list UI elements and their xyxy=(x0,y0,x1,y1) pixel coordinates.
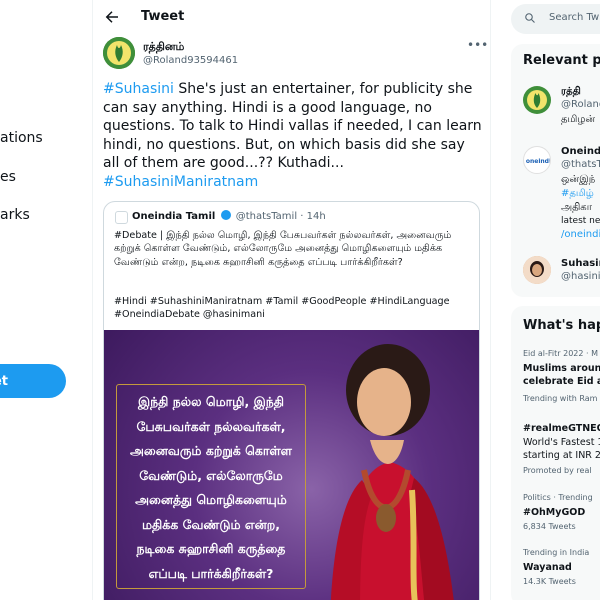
trend-line: World's Fastest 1 xyxy=(523,437,600,448)
trend-extra: 6,834 Tweets xyxy=(523,522,576,531)
hashtag-link[interactable]: #Suhasini xyxy=(103,81,174,97)
right-sidebar: Search Twi Relevant pe ரத்தி @Roland தமி… xyxy=(491,0,600,600)
relevant-person-handle[interactable]: @thatsT xyxy=(561,159,600,170)
relevant-person-desc-line: ஒன்இந் xyxy=(561,174,596,185)
trend-extra: Trending with Ram F xyxy=(523,394,600,403)
poster-text: இந்தி நல்ல மொழி, இந்தி பேசுபவர்கள் நல்லவ… xyxy=(118,390,304,586)
quote-header: Oneindia Tamil @thatsTamil · 14h xyxy=(132,210,326,222)
relevant-person-desc-link[interactable]: /oneindi xyxy=(561,229,600,240)
trend-title[interactable]: Wayanad xyxy=(523,562,572,573)
tweet-header: Tweet xyxy=(93,0,490,36)
relevant-person-avatar[interactable] xyxy=(523,86,551,114)
trend-line: starting at INR 29 xyxy=(523,450,600,461)
avatar-image xyxy=(527,90,547,110)
trend-meta: Eid al-Fitr 2022 · M xyxy=(523,349,599,358)
poster-line: எப்படி பார்க்கிறீர்கள்? xyxy=(148,565,274,581)
trend-title[interactable]: #OhMyGOD xyxy=(523,507,585,518)
quote-timestamp: · 14h xyxy=(300,211,326,222)
nav-item-messages[interactable]: es xyxy=(0,169,16,185)
poster-line: இந்தி நல்ல மொழி, இந்தி xyxy=(137,394,285,409)
poster-line: நடிகை சுஹாசினி கருத்தை xyxy=(136,541,286,556)
trend-meta: Politics · Trending xyxy=(523,493,593,502)
author-avatar[interactable] xyxy=(103,37,135,69)
tweet-text: #Suhasini She's just an entertainer, for… xyxy=(103,80,483,192)
poster-line: பேசுபவர்கள் நல்லவர்கள், xyxy=(136,418,286,434)
page-title: Tweet xyxy=(141,9,185,24)
quote-author-avatar xyxy=(115,211,128,224)
oneindia-logo-icon: oneindia xyxy=(526,158,550,165)
quote-body-text: #Debate | இந்தி நல்ல மொழி, இந்தி பேசுபவர… xyxy=(114,230,452,268)
main-column: Tweet ரத்தினம் @Roland93594461 ••• #Suha… xyxy=(92,0,491,600)
tweet-button[interactable]: et xyxy=(0,364,66,398)
relevant-person-desc: தமிழன் xyxy=(561,114,596,125)
quote-body: #Debate | இந்தி நல்ல மொழி, இந்தி பேசுபவர… xyxy=(114,229,474,269)
relevant-person-name[interactable]: Oneindi xyxy=(561,146,600,157)
left-navigation: ations es arks et xyxy=(0,0,92,600)
quote-author-handle: @thatsTamil xyxy=(235,211,298,222)
quote-image[interactable]: இந்தி நல்ல மொழி, இந்தி பேசுபவர்கள் நல்லவ… xyxy=(104,330,479,600)
svg-text:oneindia: oneindia xyxy=(526,158,550,165)
relevant-person-avatar[interactable]: oneindia xyxy=(523,146,551,174)
quoted-tweet[interactable]: Oneindia Tamil @thatsTamil · 14h #Debate… xyxy=(103,201,480,600)
poster-line: அனைவரும் கற்றுக் கொள்ள xyxy=(130,443,292,458)
verified-badge-icon xyxy=(220,210,231,220)
relevant-person-desc-line: அதிகா xyxy=(561,202,592,213)
search-placeholder: Search Twi xyxy=(549,12,600,23)
poster-line: மதிக்க வேண்டும் என்ற, xyxy=(141,516,281,532)
more-options-icon[interactable]: ••• xyxy=(467,39,488,51)
relevant-person-handle[interactable]: @Roland xyxy=(561,99,600,110)
poster-line: வேண்டும், எல்லோருமே xyxy=(139,467,283,483)
avatar-image xyxy=(103,37,135,69)
relevant-person-name[interactable]: Suhasin xyxy=(561,258,600,269)
author-handle[interactable]: @Roland93594461 xyxy=(143,55,238,66)
trend-title[interactable]: #realmeGTNEO3 xyxy=(523,423,600,434)
trend-title[interactable]: celebrate Eid al- xyxy=(523,376,600,387)
nav-item-bookmarks[interactable]: arks xyxy=(0,207,30,223)
nav-item-notifications[interactable]: ations xyxy=(0,130,43,146)
search-icon xyxy=(525,13,535,23)
relevant-person-name[interactable]: ரத்தி xyxy=(561,86,581,98)
hashtag-link[interactable]: #SuhasiniManiratnam xyxy=(103,174,258,190)
trend-title[interactable]: Muslims around xyxy=(523,363,600,374)
relevant-person-desc-hashtag[interactable]: #தமிழ் xyxy=(561,188,594,200)
relevant-person-desc-line: latest ne xyxy=(561,216,600,226)
trend-meta: Trending in India xyxy=(523,548,590,557)
woman-portrait-illustration xyxy=(330,344,454,600)
quote-author-name: Oneindia Tamil xyxy=(132,211,216,222)
whats-happening-title: What's happ xyxy=(523,318,600,333)
promoted-label: Promoted by real xyxy=(523,466,592,475)
quote-hashtags: #Hindi #SuhashiniManiratnam #Tamil #Good… xyxy=(114,296,450,321)
avatar-image xyxy=(523,256,551,284)
author-name[interactable]: ரத்தினம் xyxy=(143,40,184,55)
poster-line: அனைத்து மொழிகளையும் xyxy=(135,492,287,507)
trend-extra: 14.3K Tweets xyxy=(523,577,576,586)
relevant-person-handle[interactable]: @hasini xyxy=(561,271,600,282)
relevant-person-avatar[interactable] xyxy=(523,256,551,284)
back-arrow-icon[interactable] xyxy=(103,8,121,26)
relevant-people-title: Relevant pe xyxy=(523,53,600,68)
